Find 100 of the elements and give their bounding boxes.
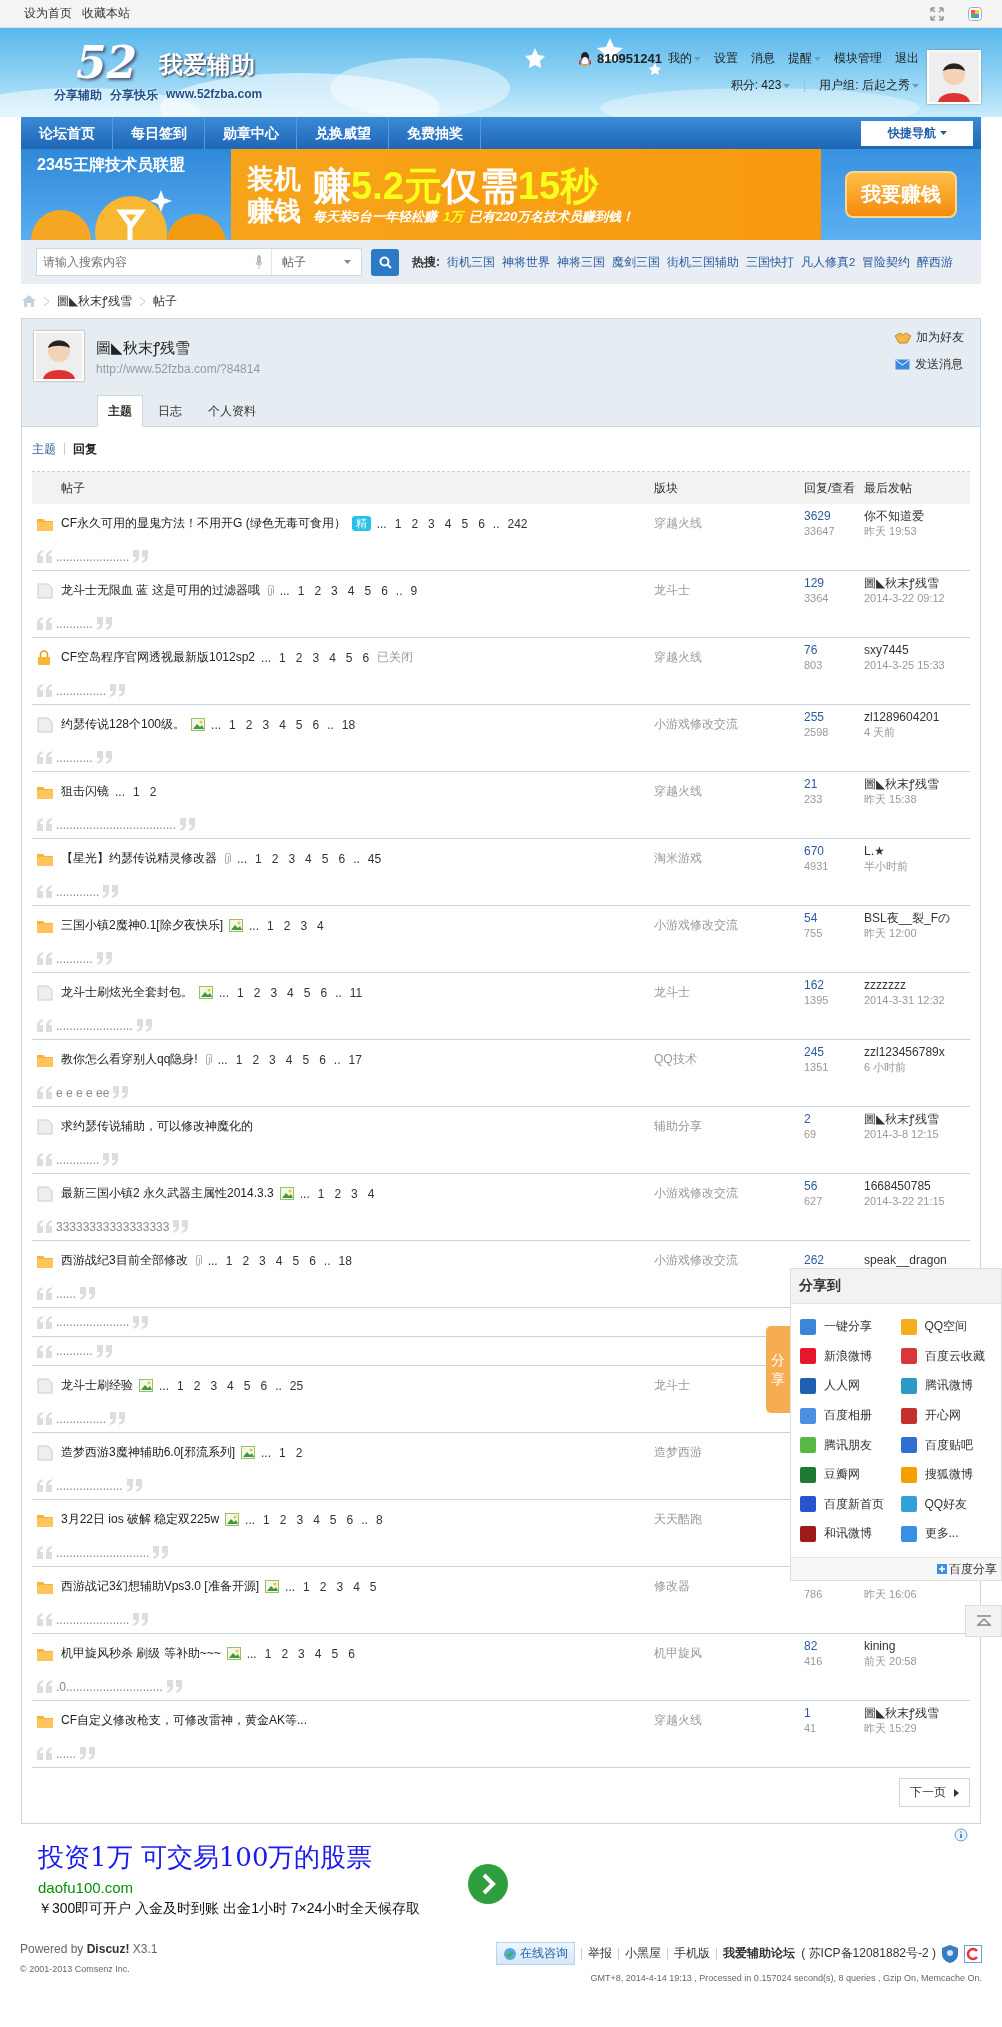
page-link[interactable]: 6: [360, 650, 372, 665]
breadcrumb-link[interactable]: 帖子: [153, 292, 178, 310]
hot-search-link[interactable]: 魔剑三国: [612, 254, 660, 270]
thread-title[interactable]: 最新三国小镇2 永久武器主属性2014.3.3: [61, 1185, 274, 1202]
page-link[interactable]: 2: [269, 851, 281, 866]
page-link[interactable]: 1: [392, 516, 404, 531]
page-link[interactable]: 1: [315, 1186, 327, 1201]
last-poster[interactable]: 你不知道爱: [864, 508, 970, 524]
page-link[interactable]: 4: [303, 851, 314, 866]
reply-count[interactable]: 129: [804, 575, 864, 591]
page-link[interactable]: 2: [243, 717, 255, 732]
palette-icon[interactable]: [968, 6, 982, 21]
info-icon[interactable]: [954, 1828, 968, 1842]
reply-count[interactable]: 2: [804, 1111, 864, 1127]
page-link[interactable]: 3: [257, 1253, 268, 1268]
thread-title[interactable]: 教你怎么看穿别人qq隐身!: [61, 1051, 198, 1068]
reply-excerpt[interactable]: ...........: [56, 750, 93, 765]
thread-title[interactable]: 3月22日 ios 破解 稳定双225w: [61, 1511, 220, 1528]
reply-count[interactable]: 262: [804, 1253, 864, 1268]
user-menu-link[interactable]: 设置: [714, 50, 738, 67]
last-poster[interactable]: 圖◣秋末ꝭ残雪: [864, 1705, 970, 1721]
page-link[interactable]: 4: [311, 1512, 322, 1527]
thread-title[interactable]: CF空岛程序官网透视最新版1012sp2: [61, 649, 256, 666]
page-link[interactable]: 1: [261, 1512, 272, 1527]
page-link[interactable]: 3: [329, 583, 340, 598]
last-poster[interactable]: 圖◣秋末ꝭ残雪: [864, 776, 970, 792]
hot-search-link[interactable]: 醉西游: [917, 254, 954, 270]
page-link[interactable]: 2: [240, 1253, 252, 1268]
share-option[interactable]: 一键分享: [800, 1312, 901, 1342]
page-link[interactable]: 4: [225, 1378, 236, 1393]
ad-title[interactable]: 投资1万 可交易100万的股票: [38, 1840, 468, 1875]
reply-count[interactable]: 21: [804, 776, 864, 792]
thread-title[interactable]: CF自定义修改枪支，可修改雷神，黄金AK等...: [61, 1712, 307, 1729]
page-link[interactable]: 5: [343, 650, 355, 665]
reply-count[interactable]: 670: [804, 843, 864, 859]
page-link[interactable]: 3: [296, 1646, 307, 1661]
page-link[interactable]: 5: [301, 985, 313, 1000]
page-link[interactable]: 3: [349, 1186, 360, 1201]
page-link[interactable]: 2: [317, 1579, 329, 1594]
thread-title[interactable]: 龙斗士刷经验: [61, 1377, 133, 1394]
last-poster[interactable]: speak__dragon: [864, 1253, 970, 1268]
page-link[interactable]: 1: [227, 717, 238, 732]
page-link[interactable]: 3: [286, 851, 298, 866]
page-link[interactable]: 18: [336, 1253, 354, 1268]
profile-action[interactable]: 发送消息: [895, 356, 964, 373]
reply-excerpt[interactable]: ...........: [56, 951, 93, 966]
share-option[interactable]: 新浪微博: [800, 1341, 901, 1372]
page-link[interactable]: 4: [315, 918, 326, 933]
footer-link[interactable]: 小黑屋: [625, 1945, 662, 1962]
hot-search-link[interactable]: 神将世界: [502, 254, 550, 270]
thread-title[interactable]: 【星光】约瑟传说精灵修改器: [61, 850, 217, 867]
top-link[interactable]: 设为首页: [24, 5, 72, 22]
page-link[interactable]: 4: [273, 1253, 285, 1268]
page-link[interactable]: 6: [336, 851, 348, 866]
share-option[interactable]: 搜狐微博: [900, 1459, 1001, 1490]
page-link[interactable]: 1: [131, 784, 142, 799]
page-link[interactable]: 18: [339, 717, 358, 732]
reply-count[interactable]: 56: [804, 1178, 864, 1194]
page-link[interactable]: 3: [334, 1579, 346, 1594]
profile-avatar[interactable]: [34, 331, 84, 381]
page-link[interactable]: 2: [279, 1646, 291, 1661]
reply-excerpt[interactable]: ....................: [56, 1478, 123, 1493]
page-link[interactable]: 6: [344, 1512, 356, 1527]
hot-search-link[interactable]: 街机三国辅助: [667, 254, 739, 270]
thread-title[interactable]: 龙斗士刷炫光全套封包。: [61, 984, 193, 1001]
logo-icon[interactable]: [964, 1944, 982, 1963]
reply-excerpt[interactable]: .......................: [56, 1018, 133, 1033]
reply-excerpt[interactable]: ...............: [56, 683, 106, 698]
hot-search-link[interactable]: 冒险契约: [862, 254, 911, 270]
page-link[interactable]: 1: [223, 1253, 235, 1268]
reply-excerpt[interactable]: .............: [56, 884, 100, 899]
share-option[interactable]: 人人网: [800, 1371, 901, 1401]
user-menu-link[interactable]: 我的: [668, 50, 701, 67]
profile-action[interactable]: 加为好友: [895, 329, 964, 346]
thread-title[interactable]: 三国小镇2魔神0.1[除夕夜快乐]: [61, 917, 224, 934]
page-link[interactable]: 4: [285, 985, 296, 1000]
footer-link[interactable]: 手机版: [674, 1945, 711, 1962]
page-link[interactable]: 6: [476, 516, 487, 531]
reply-excerpt[interactable]: ......................: [56, 1315, 130, 1329]
page-link[interactable]: 1: [277, 650, 288, 665]
reply-excerpt[interactable]: .............: [56, 1152, 100, 1167]
page-link[interactable]: 4: [345, 583, 357, 598]
page-link[interactable]: 6: [379, 583, 390, 598]
reply-excerpt[interactable]: ...........: [56, 616, 93, 631]
page-link[interactable]: 3: [208, 1378, 220, 1393]
page-link[interactable]: 1: [262, 1646, 274, 1661]
next-page-button[interactable]: 下一页: [899, 1778, 970, 1807]
page-link[interactable]: 2: [277, 1512, 289, 1527]
reply-excerpt[interactable]: ......................: [56, 1612, 130, 1627]
reply-count[interactable]: 1: [804, 1705, 864, 1721]
page-link[interactable]: 2: [293, 1445, 305, 1460]
page-link[interactable]: 5: [293, 717, 305, 732]
last-poster[interactable]: BSL夜__裂_Fの: [864, 910, 970, 926]
page-link[interactable]: 4: [365, 1186, 377, 1201]
thread-title[interactable]: 求约瑟传说辅助，可以修改神魔化的: [61, 1118, 253, 1135]
breadcrumb-link[interactable]: 圖◣秋末ꝭ残雪: [57, 292, 133, 310]
back-to-top-button[interactable]: [965, 1605, 1002, 1637]
profile-tab[interactable]: 主题: [97, 395, 143, 427]
arrow-circle-icon[interactable]: [468, 1864, 508, 1904]
share-option[interactable]: 开心网: [900, 1400, 1001, 1431]
